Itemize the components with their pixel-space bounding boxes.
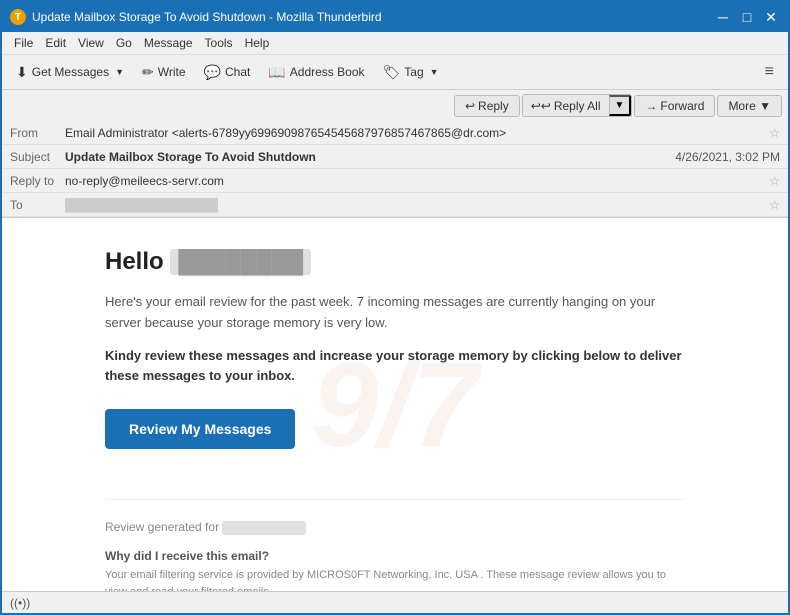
reply-button[interactable]: ↩ Reply	[454, 95, 520, 117]
subject-field-row: Subject Update Mailbox Storage To Avoid …	[2, 145, 788, 169]
reply-to-label: Reply to	[10, 174, 65, 188]
email-footer: Review generated for Why did I receive t…	[105, 499, 685, 591]
to-field-row: To ██████████████████ ☆	[2, 193, 788, 217]
app-icon: T	[10, 9, 26, 25]
menu-tools[interactable]: Tools	[199, 34, 239, 52]
get-messages-dropdown-arrow[interactable]: ▼	[115, 67, 124, 77]
reply-all-icon: ↩↩	[531, 99, 551, 113]
from-star-icon[interactable]: ☆	[769, 126, 780, 140]
email-date: 4/26/2021, 3:02 PM	[675, 150, 780, 164]
reply-all-split-button: ↩↩ Reply All ▼	[522, 94, 633, 117]
footer-why-title: Why did I receive this email?	[105, 549, 685, 563]
subject-label: Subject	[10, 150, 65, 164]
address-book-button[interactable]: 📖 Address Book	[260, 60, 372, 85]
footer-why-text: Your email filtering service is provided…	[105, 567, 685, 591]
reply-all-dropdown[interactable]: ▼	[609, 95, 632, 116]
chat-icon: 💬	[204, 64, 221, 81]
footer-review-label: Review generated for	[105, 520, 685, 535]
recipient-name-placeholder: ████████	[170, 249, 311, 275]
email-greeting: Hello ████████	[105, 248, 685, 276]
window-title: Update Mailbox Storage To Avoid Shutdown…	[32, 10, 714, 24]
email-action-buttons: ↩ Reply ↩↩ Reply All ▼ → Forward More ▼	[2, 90, 788, 121]
subject-value: Update Mailbox Storage To Avoid Shutdown	[65, 150, 675, 164]
menu-bar: File Edit View Go Message Tools Help	[2, 32, 788, 55]
footer-name-placeholder	[222, 521, 305, 535]
to-value: ██████████████████	[65, 198, 765, 212]
review-messages-button[interactable]: Review My Messages	[105, 409, 295, 449]
menu-view[interactable]: View	[72, 34, 110, 52]
email-body: Hello ████████ Here's your email review …	[45, 218, 745, 591]
window-controls: ─ □ ✕	[714, 8, 780, 26]
forward-button[interactable]: → Forward	[634, 95, 715, 117]
tag-button[interactable]: 🏷 Tag ▼	[375, 60, 447, 85]
reply-to-field-row: Reply to no-reply@meileecs-servr.com ☆	[2, 169, 788, 193]
menu-go[interactable]: Go	[110, 34, 138, 52]
more-button[interactable]: More ▼	[717, 95, 782, 117]
tag-dropdown-arrow[interactable]: ▼	[430, 67, 439, 77]
write-icon: ✏	[142, 64, 154, 81]
menu-edit[interactable]: Edit	[39, 34, 72, 52]
minimize-button[interactable]: ─	[714, 8, 732, 26]
status-bar: ((•))	[2, 591, 788, 613]
email-body-container: 9/7 Hello ████████ Here's your email rev…	[2, 218, 788, 591]
title-bar: T Update Mailbox Storage To Avoid Shutdo…	[2, 2, 788, 32]
reply-all-button[interactable]: ↩↩ Reply All	[523, 95, 609, 116]
reply-icon: ↩	[465, 99, 475, 113]
footer-why-section: Why did I receive this email? Your email…	[105, 549, 685, 591]
reply-to-star-icon[interactable]: ☆	[769, 174, 780, 188]
hamburger-menu-button[interactable]: ≡	[757, 59, 782, 85]
address-book-icon: 📖	[268, 64, 285, 81]
wifi-icon: ((•))	[10, 596, 30, 610]
email-fields: From Email Administrator <alerts-6789yy6…	[2, 121, 788, 217]
menu-help[interactable]: Help	[239, 34, 276, 52]
chat-button[interactable]: 💬 Chat	[196, 60, 259, 85]
from-value: Email Administrator <alerts-6789yy699690…	[65, 126, 765, 140]
forward-icon: →	[645, 99, 657, 113]
write-button[interactable]: ✏ Write	[134, 60, 194, 85]
reply-to-value: no-reply@meileecs-servr.com	[65, 174, 765, 188]
toolbar: ⬇ Get Messages ▼ ✏ Write 💬 Chat 📖 Addres…	[2, 55, 788, 90]
main-window: T Update Mailbox Storage To Avoid Shutdo…	[0, 0, 790, 615]
get-messages-icon: ⬇	[16, 64, 28, 81]
menu-file[interactable]: File	[8, 34, 39, 52]
get-messages-button[interactable]: ⬇ Get Messages ▼	[8, 60, 132, 85]
maximize-button[interactable]: □	[738, 8, 756, 26]
email-paragraph2: Kindy review these messages and increase…	[105, 346, 685, 388]
email-header-bar: ↩ Reply ↩↩ Reply All ▼ → Forward More ▼ …	[2, 90, 788, 218]
email-paragraph1: Here's your email review for the past we…	[105, 292, 685, 334]
to-star-icon[interactable]: ☆	[769, 198, 780, 212]
close-button[interactable]: ✕	[762, 8, 780, 26]
menu-message[interactable]: Message	[138, 34, 199, 52]
to-label: To	[10, 198, 65, 212]
tag-icon: 🏷	[383, 64, 401, 81]
from-field-row: From Email Administrator <alerts-6789yy6…	[2, 121, 788, 145]
from-label: From	[10, 126, 65, 140]
